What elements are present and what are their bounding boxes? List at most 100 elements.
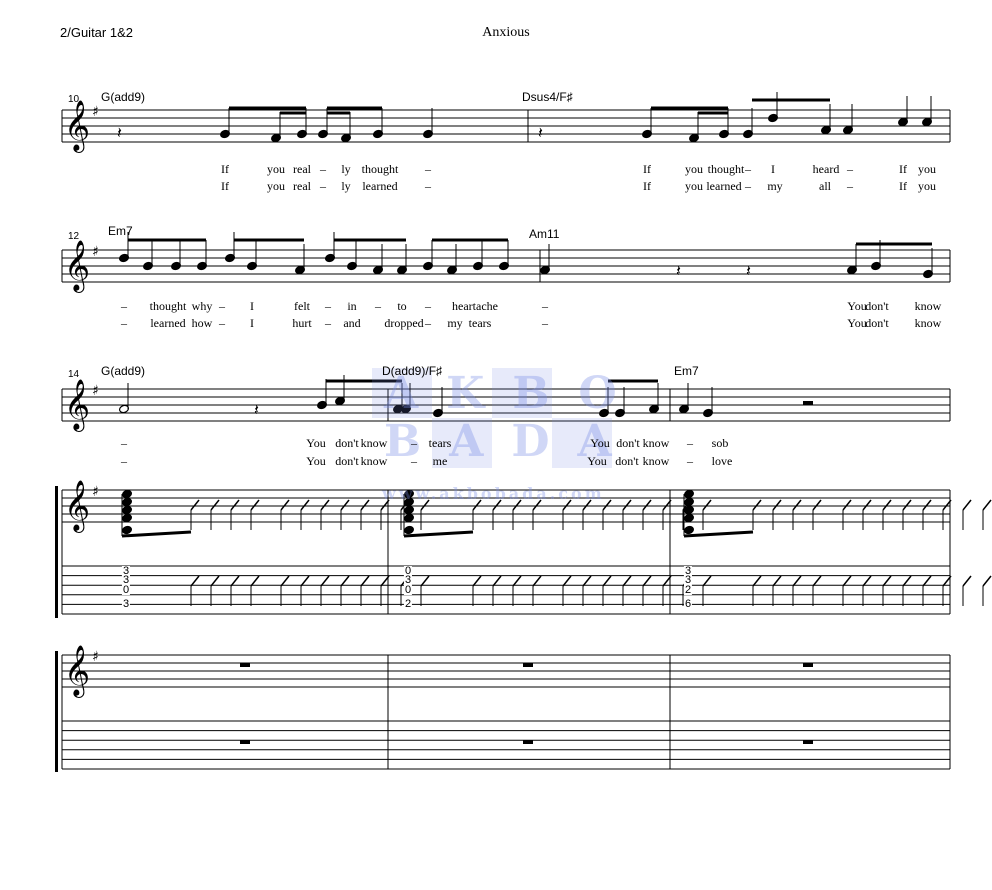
lyric-syllable: learned	[362, 179, 398, 193]
quarter-rest-icon: 𝄽	[254, 400, 259, 419]
rhythm-slash	[190, 499, 200, 511]
beam	[121, 530, 192, 538]
lyric-syllable: –	[219, 299, 225, 313]
rhythm-slash	[982, 575, 992, 587]
lyric-syllable: If	[221, 179, 229, 193]
tab-fret-number: 0	[121, 584, 131, 596]
rhythm-slash	[962, 499, 972, 511]
rhythm-slash	[250, 575, 260, 587]
lyric-syllable: –	[325, 299, 331, 313]
lyric-syllable: and	[343, 316, 361, 330]
note-head	[122, 497, 132, 507]
tab-fret-number: 0	[403, 584, 413, 596]
rhythm-slash	[300, 499, 310, 511]
whole-rest-icon	[803, 663, 813, 667]
lyric-syllable: know	[642, 454, 670, 468]
lyric-syllable: If	[899, 179, 907, 193]
whole-rest-icon	[240, 740, 250, 744]
chord-symbol: G(add9)	[101, 364, 146, 378]
lyric-syllable: don't	[865, 299, 889, 313]
lyric-syllable: –	[687, 436, 693, 450]
chord-symbol: G(add9)	[101, 90, 146, 104]
lyric-syllable: you	[267, 179, 285, 193]
rhythm-slash	[642, 499, 652, 511]
rhythm-slash	[280, 575, 290, 587]
key-signature-sharp-icon: ♯	[92, 649, 99, 665]
rhythm-slash	[882, 499, 892, 511]
lyric-syllable: –	[847, 179, 853, 193]
lyric-syllable: ly	[341, 179, 351, 193]
key-signature-sharp-icon: ♯	[92, 484, 99, 500]
treble-clef-icon: 𝄞	[64, 240, 90, 293]
lyric-syllable: real	[293, 162, 311, 176]
rhythm-slash	[300, 575, 310, 587]
lyric-syllable: learned	[706, 179, 742, 193]
treble-clef-icon: 𝄞	[64, 379, 90, 432]
lyric-syllable: –	[325, 316, 331, 330]
rhythm-slash	[842, 499, 852, 511]
lyric-syllable: why	[191, 299, 213, 313]
part-name: 2/Guitar 1&2	[60, 25, 133, 40]
note-head	[404, 525, 414, 535]
rhythm-slash	[922, 499, 932, 511]
lyric-syllable: –	[542, 316, 548, 330]
chord-symbol: D(add9)/F♯	[382, 364, 443, 378]
lyric-syllable: I	[250, 299, 254, 313]
rhythm-slash	[812, 575, 822, 587]
lyric-syllable: If	[899, 162, 907, 176]
lyric-syllable: tears	[468, 316, 492, 330]
lyric-syllable: I	[250, 316, 254, 330]
lyric-syllable: –	[320, 162, 326, 176]
lyric-syllable: –	[847, 162, 853, 176]
lyric-syllable: –	[320, 179, 326, 193]
chord-symbol: Dsus4/F♯	[522, 90, 573, 104]
lyric-syllable: you	[918, 162, 936, 176]
whole-rest-icon	[803, 401, 813, 405]
lyric-syllable: know	[360, 436, 388, 450]
note-head	[684, 525, 694, 535]
rhythm-slash	[842, 575, 852, 587]
rhythm-slash	[562, 575, 572, 587]
measure-number: 12	[68, 231, 80, 242]
lyric-syllable: –	[425, 162, 431, 176]
rhythm-slash	[922, 575, 932, 587]
measure-number: 14	[68, 369, 80, 380]
sheet-music-page: 𝄞 ♯ 𝄽 𝄽 𝄞 ♯ 𝄽 𝄽 𝄞 ♯ 𝄽 𝄞 ♯ 𝄞 ♯ AKBO BADA www.akbobada.c…	[0, 0, 992, 890]
quarter-rest-icon: 𝄽	[538, 123, 543, 142]
rhythm-slash	[250, 499, 260, 511]
key-signature-sharp-icon: ♯	[92, 383, 99, 399]
lyric-syllable: love	[711, 454, 733, 468]
rhythm-slash	[702, 575, 712, 587]
rhythm-slash	[320, 499, 330, 511]
rhythm-slash	[642, 575, 652, 587]
rhythm-slash	[472, 575, 482, 587]
lyric-syllable: –	[121, 436, 127, 450]
lyric-syllable: –	[121, 299, 127, 313]
lyric-syllable: thought	[361, 162, 399, 176]
lyric-syllable: You	[306, 436, 326, 450]
lyric-syllable: me	[432, 454, 448, 468]
lyric-syllable: –	[745, 162, 751, 176]
rhythm-slash	[230, 575, 240, 587]
lyric-syllable: ly	[341, 162, 351, 176]
quarter-rest-icon: 𝄽	[117, 123, 122, 142]
note-head	[122, 513, 132, 523]
lyric-syllable: thought	[149, 299, 187, 313]
lyric-syllable: –	[542, 299, 548, 313]
rhythm-slash	[902, 575, 912, 587]
rhythm-slash	[230, 499, 240, 511]
beam	[403, 530, 474, 538]
rhythm-slash	[512, 575, 522, 587]
rhythm-slash	[902, 499, 912, 511]
lyric-syllable: don't	[335, 436, 359, 450]
chord-symbol: Am11	[529, 227, 560, 241]
rhythm-slash	[882, 575, 892, 587]
quarter-rest-icon: 𝄽	[676, 261, 681, 280]
lyric-syllable: –	[745, 179, 751, 193]
lyric-syllable: my	[767, 179, 783, 193]
lyric-syllable: dropped	[384, 316, 424, 330]
rhythm-slash	[752, 499, 762, 511]
whole-rest-icon	[523, 663, 533, 667]
rhythm-slash	[492, 575, 502, 587]
rhythm-slash	[622, 575, 632, 587]
